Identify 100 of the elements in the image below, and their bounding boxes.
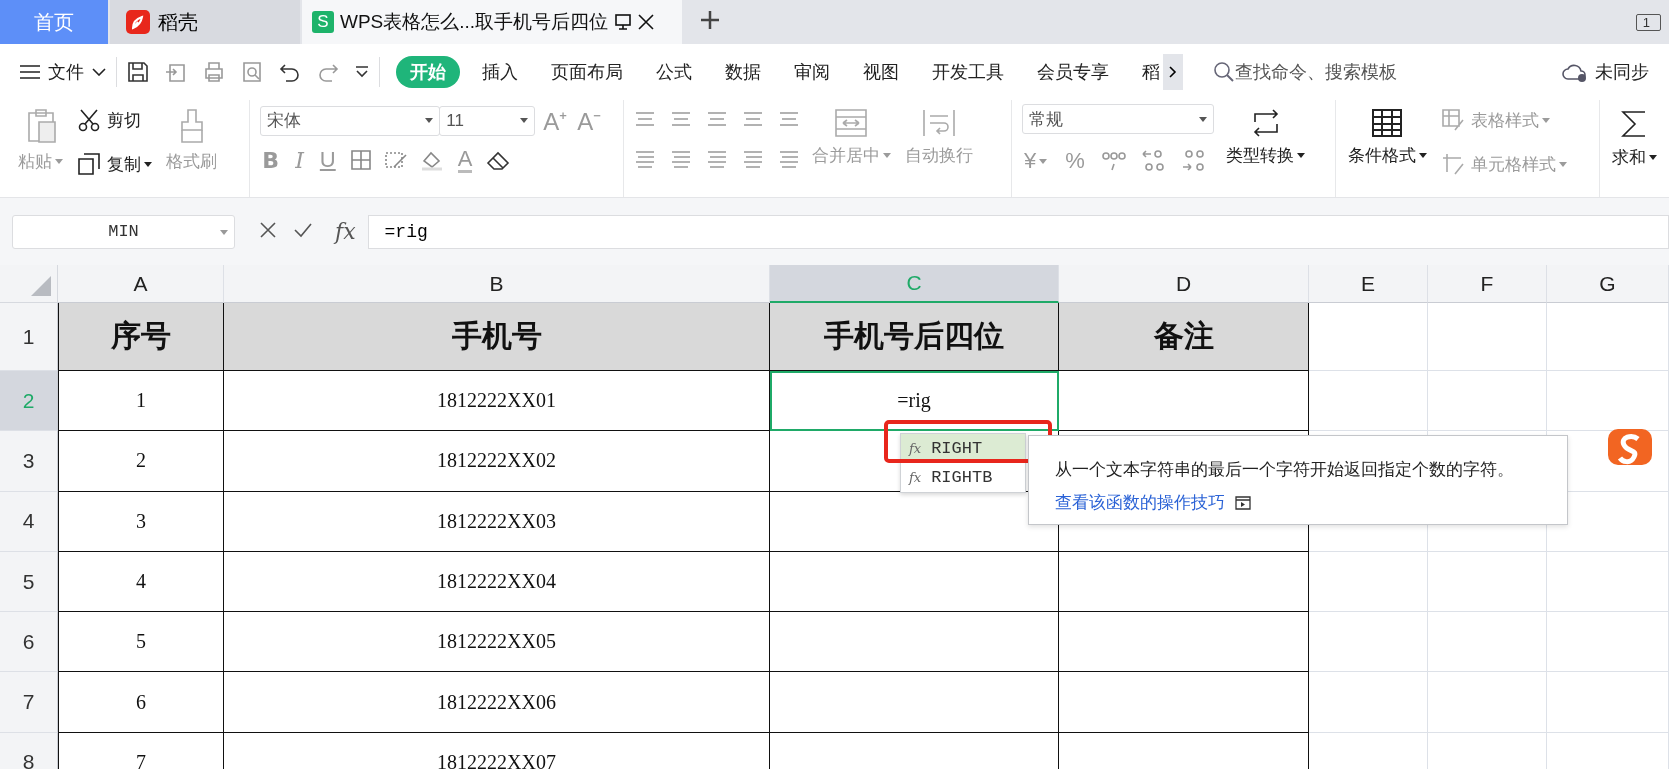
document-tab[interactable]: 稻壳 — [110, 0, 300, 44]
increase-decimal-icon[interactable] — [1140, 149, 1167, 173]
row-header[interactable]: 7 — [0, 672, 58, 733]
number-format-select[interactable]: 常规 — [1022, 104, 1214, 134]
menu-icon — [20, 64, 40, 80]
ribbon-tab[interactable]: 稻 — [1142, 56, 1160, 88]
table-cell: 2 — [58, 431, 224, 492]
ribbon-tab[interactable]: 审阅 — [794, 56, 830, 88]
sheet-badge-icon: S — [312, 11, 334, 33]
redo-icon[interactable] — [317, 61, 339, 83]
column-heading-cell: 手机号 — [224, 303, 770, 371]
ribbon-tab[interactable]: 视图 — [863, 56, 899, 88]
table-brush-icon — [1440, 108, 1465, 132]
table-cell: 1812222XX07 — [224, 732, 770, 769]
undo-icon[interactable] — [279, 61, 301, 83]
export-icon[interactable] — [165, 61, 187, 83]
row-header[interactable]: 5 — [0, 551, 58, 613]
select-all-icon[interactable] — [31, 276, 51, 296]
caret-icon[interactable] — [144, 161, 152, 167]
table-cell: 6 — [58, 672, 224, 733]
print-icon[interactable] — [203, 61, 225, 83]
table-cell: 1 — [58, 371, 224, 432]
row-header[interactable]: 3 — [0, 431, 58, 492]
conditional-format-button[interactable]: 条件格式 — [1345, 104, 1429, 197]
monitor-icon[interactable] — [614, 13, 633, 31]
font-size-select[interactable]: 11 — [439, 105, 536, 136]
align-icon[interactable] — [669, 150, 692, 168]
function-suggestion[interactable]: fx RIGHTB — [901, 463, 1025, 492]
fill-color-icon[interactable] — [419, 149, 444, 171]
caret-icon[interactable] — [1649, 155, 1657, 160]
plus-icon[interactable] — [700, 10, 720, 30]
file-menu[interactable]: 文件 — [20, 60, 106, 84]
align-icon[interactable] — [669, 110, 692, 128]
row-header[interactable]: 8 — [0, 732, 58, 769]
copy-button[interactable]: 复制 — [75, 148, 154, 180]
wrap-icon — [921, 108, 956, 138]
align-icon[interactable] — [777, 110, 800, 128]
sum-button[interactable]: 求和 — [1610, 104, 1659, 197]
ribbon-tab[interactable]: 页面布局 — [551, 56, 623, 88]
table-cell: 1812222XX05 — [224, 612, 770, 673]
video-icon[interactable] — [1235, 495, 1251, 510]
row-header[interactable]: 1 — [0, 303, 58, 371]
scissors-icon — [77, 108, 101, 132]
borders-icon[interactable] — [349, 149, 372, 171]
align-icon[interactable] — [633, 110, 656, 128]
table-cell: 7 — [58, 732, 224, 769]
ribbon-tab[interactable]: 开发工具 — [932, 56, 1004, 88]
ribbon-tab[interactable]: 会员专享 — [1037, 56, 1109, 88]
align-icon[interactable] — [705, 150, 728, 168]
merge-icon — [834, 108, 869, 138]
more-tabs-button[interactable] — [1163, 54, 1183, 90]
cell-brush-icon — [1440, 152, 1465, 176]
table-cell: 1812222XX06 — [224, 672, 770, 733]
column-header[interactable]: B — [224, 265, 770, 303]
caret-icon[interactable] — [1418, 153, 1427, 158]
search-field[interactable]: 查找命令、搜索模板 — [1235, 61, 1435, 83]
window-count[interactable]: 1 — [1635, 13, 1661, 31]
row-header[interactable]: 6 — [0, 612, 58, 673]
document-tab[interactable]: S WPS表格怎么...取手机号后四位 — [302, 0, 682, 44]
column-header[interactable]: A — [58, 265, 224, 303]
type-convert-button[interactable]: 类型转换 — [1224, 104, 1307, 197]
formula-field[interactable]: =rig — [367, 214, 1669, 249]
row-header[interactable]: 4 — [0, 491, 58, 552]
table-cell: 1812222XX02 — [224, 431, 770, 492]
caret-icon[interactable] — [425, 118, 434, 123]
preview-icon[interactable] — [241, 61, 263, 83]
caret-icon[interactable] — [520, 118, 529, 123]
cancel-icon[interactable] — [259, 220, 277, 239]
name-box[interactable]: MIN — [12, 214, 235, 249]
table-cell: 3 — [58, 491, 224, 552]
column-header[interactable]: E — [1309, 265, 1428, 303]
column-header[interactable]: G — [1547, 265, 1669, 303]
function-description: 从一个文本字符串的最后一个字符开始返回指定个数的字符。 — [1055, 459, 1515, 481]
table-grid-icon — [1371, 108, 1404, 138]
column-header[interactable]: F — [1428, 265, 1547, 303]
ribbon-tab[interactable]: 数据 — [725, 56, 761, 88]
save-icon[interactable] — [127, 61, 149, 83]
fill-pattern-icon[interactable] — [383, 149, 408, 171]
table-cell: =rig — [770, 371, 1059, 432]
align-icon[interactable] — [741, 150, 764, 168]
copy-icon — [77, 152, 101, 176]
table-cell: 1812222XX01 — [224, 371, 770, 432]
caret-icon[interactable] — [1297, 153, 1305, 158]
function-tips-link[interactable]: 查看该函数的操作技巧 — [1055, 491, 1225, 514]
close-icon[interactable] — [638, 14, 655, 30]
thousands-separator-icon[interactable] — [1100, 150, 1127, 172]
table-cell: 4 — [58, 551, 224, 613]
align-icon[interactable] — [777, 150, 800, 168]
align-icon[interactable] — [741, 110, 764, 128]
ribbon-tab[interactable]: 插入 — [482, 56, 518, 88]
caret-icon[interactable] — [1199, 116, 1207, 122]
cut-button[interactable]: 剪切 — [75, 104, 154, 136]
dropdown-icon[interactable] — [355, 66, 369, 78]
align-icon[interactable] — [633, 150, 656, 168]
insert-function-button[interactable]: fx — [335, 219, 356, 244]
align-icon[interactable] — [705, 110, 728, 128]
decrease-decimal-icon[interactable] — [1180, 149, 1207, 173]
sync-status[interactable]: 未同步 — [1595, 60, 1649, 84]
column-header[interactable]: D — [1059, 265, 1309, 303]
ribbon-tab[interactable]: 公式 — [656, 56, 692, 88]
